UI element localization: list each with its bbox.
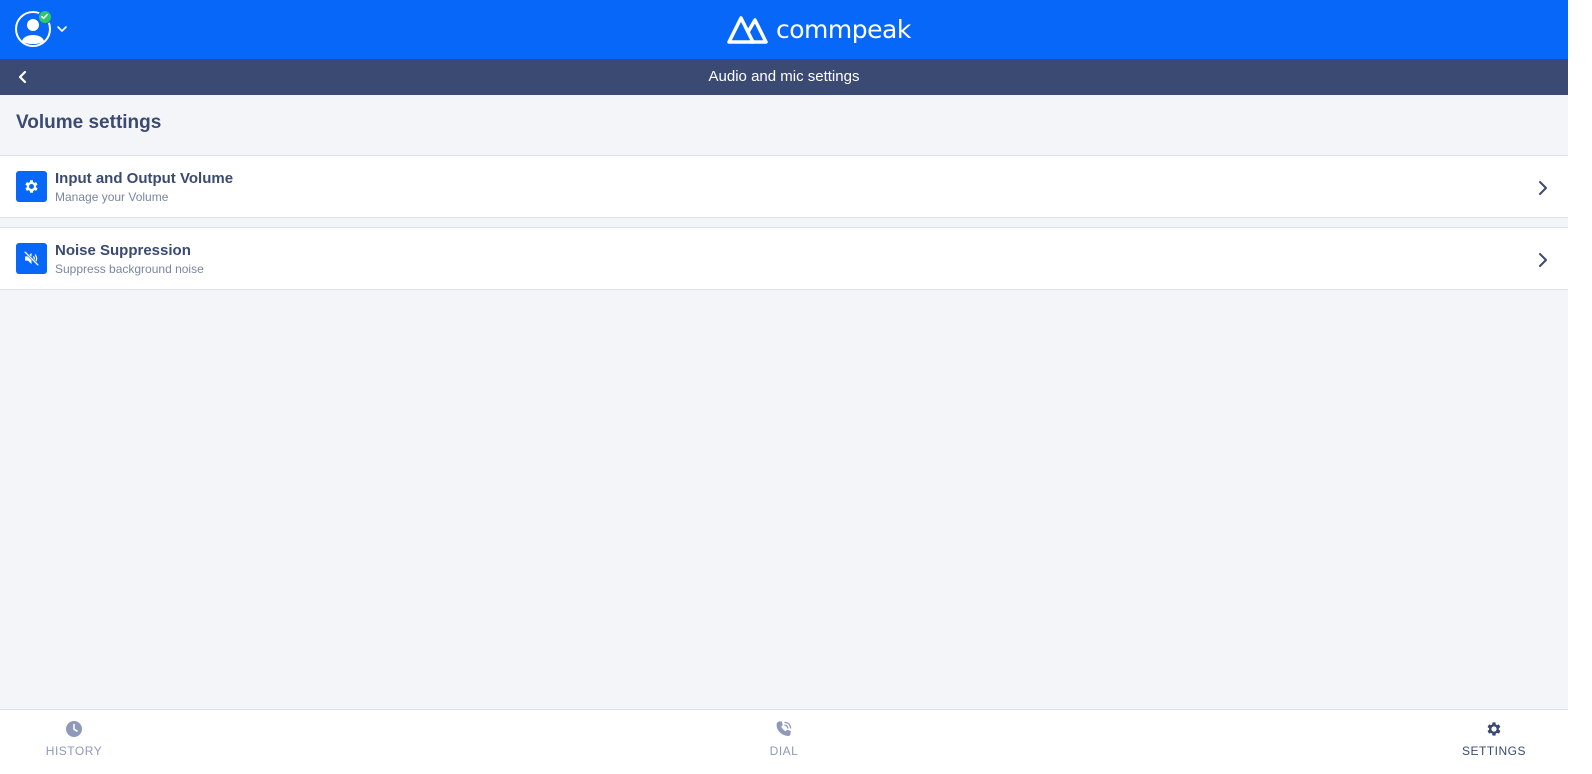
nav-dial-label: DIAL — [769, 744, 799, 758]
chevron-right-icon — [1539, 181, 1547, 195]
nav-settings-label: SETTINGS — [1461, 744, 1526, 758]
row-icon-container — [16, 171, 47, 202]
volume-mute-icon — [24, 251, 39, 266]
nav-history[interactable]: HISTORY — [24, 710, 124, 762]
app-window: commpeak Audio and mic settings Volume s… — [0, 0, 1568, 762]
gear-icon — [25, 180, 38, 193]
top-bar: commpeak — [0, 0, 1568, 59]
nav-history-label: HISTORY — [45, 744, 103, 758]
brand-logo: commpeak — [726, 12, 911, 46]
brand-name: commpeak — [776, 14, 911, 44]
chevron-down-icon — [57, 26, 67, 32]
settings-item-input-output-volume[interactable]: Input and Output Volume Manage your Volu… — [0, 155, 1568, 218]
section-title: Volume settings — [16, 112, 162, 133]
clock-icon — [66, 721, 82, 737]
item-subtitle: Suppress background noise — [55, 262, 204, 276]
chevron-right-icon — [1539, 253, 1547, 267]
phone-icon — [776, 721, 792, 736]
nav-dial[interactable]: DIAL — [734, 710, 834, 762]
page-title: Audio and mic settings — [708, 68, 860, 85]
back-button[interactable] — [12, 67, 32, 87]
item-subtitle: Manage your Volume — [55, 190, 169, 204]
nav-settings[interactable]: SETTINGS — [1444, 710, 1544, 762]
page-header: Audio and mic settings — [0, 59, 1568, 95]
online-status-badge — [38, 10, 52, 24]
item-title: Input and Output Volume — [55, 170, 234, 187]
gear-icon — [1487, 722, 1501, 736]
user-menu-button[interactable] — [14, 10, 74, 50]
row-icon-container — [16, 243, 47, 274]
item-title: Noise Suppression — [55, 242, 191, 259]
settings-item-noise-suppression[interactable]: Noise Suppression Suppress background no… — [0, 227, 1568, 290]
bottom-nav: HISTORY DIAL SETTINGS — [0, 709, 1568, 762]
commpeak-logo-icon — [727, 16, 768, 44]
